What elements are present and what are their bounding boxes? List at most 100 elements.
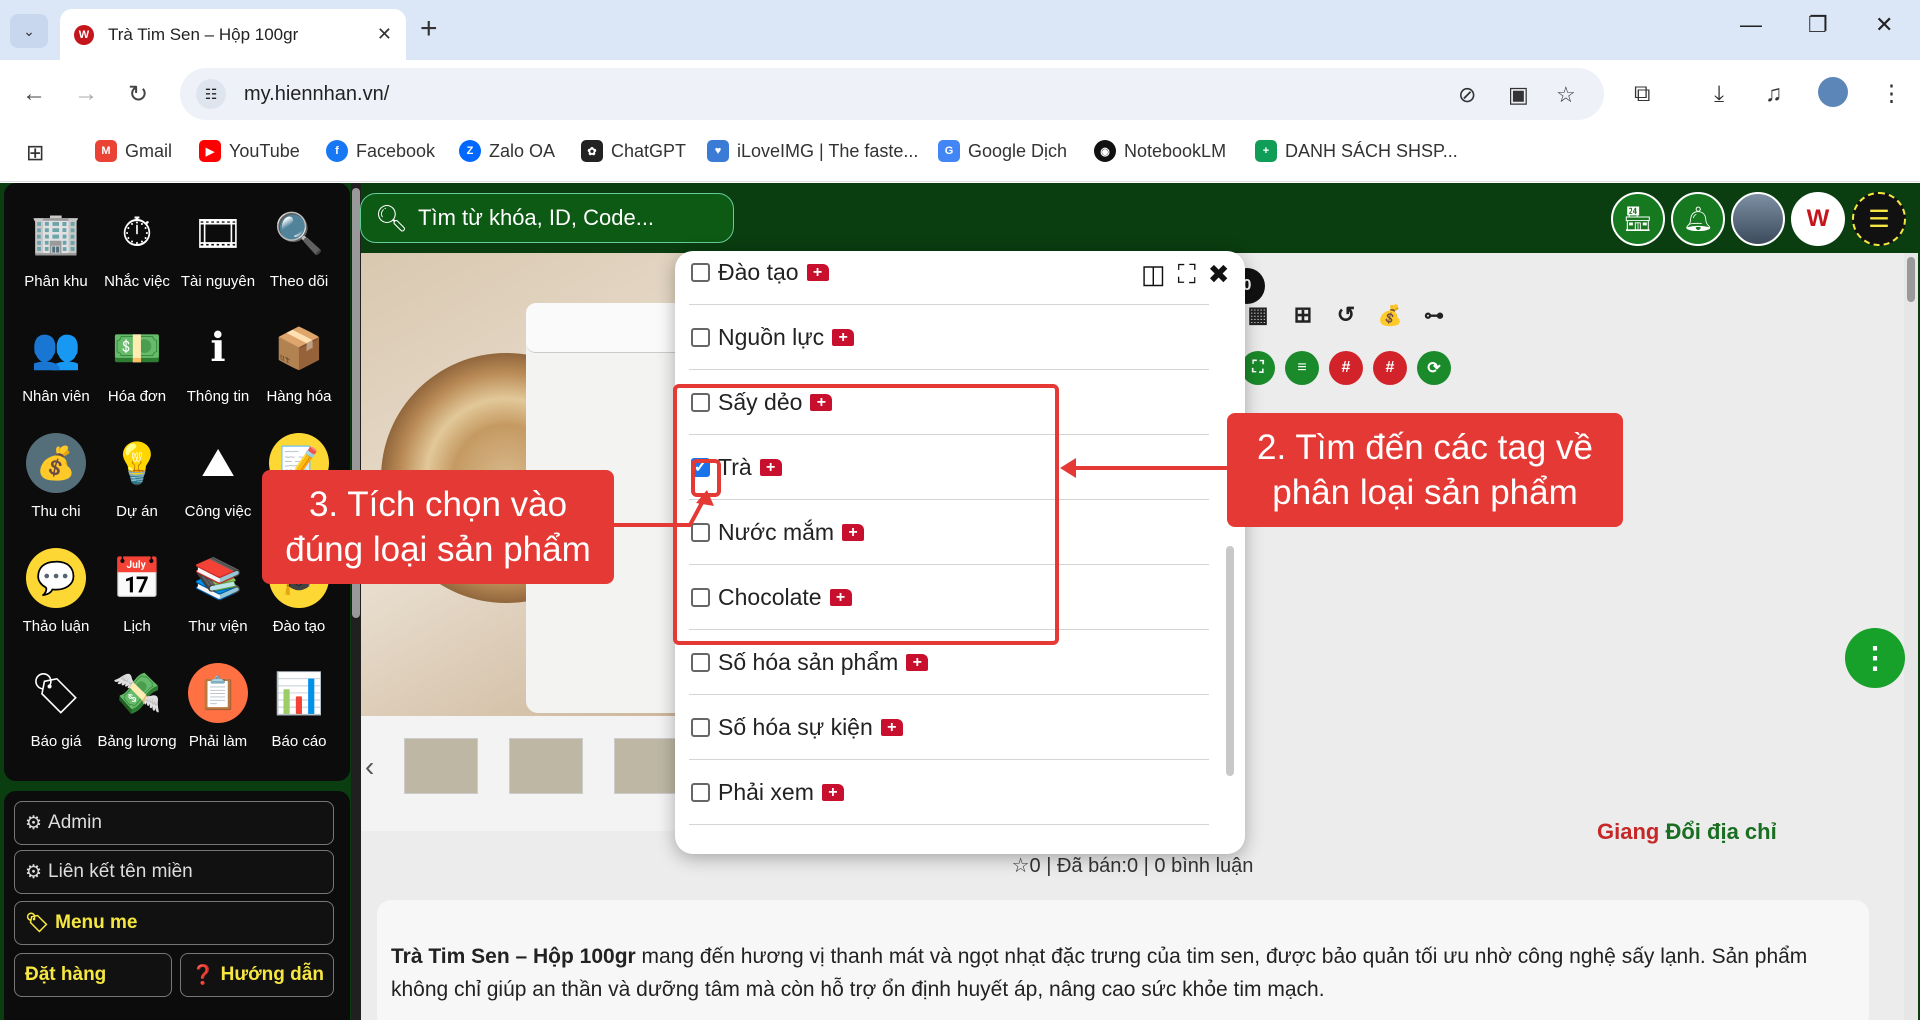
close-tab-icon[interactable]: ✕ [377,24,392,45]
app-10[interactable]: 💡 Dự án [97,433,177,521]
app-5[interactable]: 👥 Nhân viên [16,318,96,406]
bookmark-chatgpt[interactable]: ✿ ChatGPT [581,140,686,162]
fullscreen-icon[interactable]: ⛶ [1178,259,1196,291]
add-folder-icon[interactable]: + [906,653,929,671]
forward-arrow-icon[interactable]: → [74,80,98,108]
profile-avatar[interactable] [1818,77,1848,107]
active-tab[interactable]: W Trà Tim Sen – Hộp 100gr ✕ [60,9,406,60]
store-icon[interactable]: 🏪︎ [1611,192,1665,246]
bookmark-gmail[interactable]: M Gmail [95,140,172,162]
add-folder-icon[interactable]: + [806,263,829,281]
download-icon[interactable]: ⤓ [1714,80,1724,107]
sitemap-icon[interactable]: ⊶ [1417,298,1451,332]
more-menu-icon[interactable]: ⋮ [1880,80,1903,107]
checkbox[interactable] [691,327,710,347]
add-folder-icon[interactable]: + [880,718,903,736]
guide-button[interactable]: ❓ Hướng dẫn [180,953,334,997]
expand-icon[interactable]: ⛶ [1241,351,1275,385]
split-view-icon[interactable]: ◫ [1141,259,1166,291]
checkbox[interactable] [691,652,710,672]
app-9[interactable]: 💰 Thu chi [16,433,96,520]
tag-option[interactable]: Sấy dẻo + [689,370,1209,435]
add-square-icon[interactable]: ⊞ [1286,298,1320,332]
tag-option[interactable]: Phải xem + [689,760,1209,825]
apps-grid-icon[interactable]: ⊞ [26,140,44,166]
admin-menu-item[interactable]: ⚙ Admin [14,801,334,845]
menu-me-item[interactable]: 🏷 Menu me [14,901,334,945]
checkbox[interactable] [691,522,710,542]
add-folder-icon[interactable]: + [821,783,844,801]
app-14[interactable]: 📅 Lịch [97,548,177,636]
bookmark-youtube[interactable]: ▶ YouTube [199,140,300,162]
bookmark-facebook[interactable]: f Facebook [326,140,435,162]
restore-icon[interactable]: ❐ [1808,12,1828,38]
checkbox-checked[interactable]: ✓ [691,457,710,477]
list-icon[interactable]: ≡ [1285,351,1319,385]
app-19[interactable]: 📋 Phải làm [178,663,258,750]
bookmark-sheet[interactable]: + DANH SÁCH SHSP... [1255,140,1458,162]
bookmark-notebooklm[interactable]: ◉ NotebookLM [1094,140,1226,162]
hamburger-menu-icon[interactable]: ☰ [1852,192,1906,246]
install-app-icon[interactable]: ▣ [1508,82,1529,108]
app-7[interactable]: ℹ Thông tin [178,318,258,405]
location-off-icon[interactable]: ⊘ [1458,82,1476,108]
left-scrollbar[interactable] [351,183,361,1020]
app-6[interactable]: 💵 Hóa đơn [97,318,177,406]
right-scrollbar-thumb[interactable] [1907,257,1915,302]
app-17[interactable]: 🏷 Báo giá [16,663,96,751]
brand-logo-icon[interactable]: W [1791,192,1845,246]
tag-option[interactable]: Nước mắm + [689,500,1209,565]
bell-icon[interactable]: 🔔︎ [1671,192,1725,246]
money-bag-icon[interactable]: 💰 [1373,298,1407,332]
checkbox[interactable] [691,717,710,737]
media-control-icon[interactable]: ♫ [1765,80,1782,107]
hashtag-icon[interactable]: # [1329,351,1363,385]
bookmark-zalo[interactable]: Z Zalo OA [459,140,555,162]
tag-option[interactable]: Số hóa sản phẩm + [689,630,1209,695]
reload-icon[interactable]: ↻ [128,80,148,109]
app-20[interactable]: 📊 Báo cáo [259,663,339,751]
app-11[interactable]: ⛰ Công việc [178,433,258,521]
app-1[interactable]: 🏢 Phân khu [16,203,96,291]
checkbox[interactable] [691,262,710,282]
dropdown-scrollbar-thumb[interactable] [1226,546,1234,776]
add-folder-icon[interactable]: + [759,458,782,476]
thumbnail[interactable] [509,738,583,794]
order-button[interactable]: Đặt hàng [14,953,172,997]
minimize-icon[interactable]: — [1740,12,1762,38]
tag-option[interactable]: Nguồn lực + [689,305,1209,370]
checkbox[interactable] [691,587,710,607]
back-arrow-icon[interactable]: ← [22,80,46,108]
checkbox[interactable] [691,392,710,412]
app-15[interactable]: 📚 Thư viện [178,548,258,636]
app-18[interactable]: 💸 Bảng lương [97,663,177,751]
qr-code-icon[interactable]: ▦ [1241,298,1275,332]
hashtag-icon[interactable]: # [1373,351,1407,385]
right-scrollbar[interactable] [1904,253,1918,1020]
sync-icon[interactable]: ⟳ [1417,351,1451,385]
tag-option[interactable]: Số hóa sự kiện + [689,695,1209,760]
app-4[interactable]: 🔍 Theo dõi [259,203,339,291]
address-bar[interactable]: ☷ my.hiennhan.vn/ ⊘ ▣ ☆ [180,68,1604,120]
add-folder-icon[interactable]: + [829,588,852,606]
domain-link-menu-item[interactable]: ⚙ Liên kết tên miền [14,850,334,894]
thumbnail[interactable] [404,738,478,794]
new-tab-button[interactable]: + [420,12,438,46]
add-folder-icon[interactable]: + [832,328,855,346]
close-window-icon[interactable]: ✕ [1875,12,1893,38]
add-folder-icon[interactable]: + [810,393,833,411]
bookmark-iloveimg[interactable]: ♥ iLoveIMG | The faste... [707,140,918,162]
search-input[interactable]: 🔍︎ Tìm từ khóa, ID, Code... [360,193,734,243]
bookmark-google-translate[interactable]: G Google Dịch [938,140,1067,162]
tag-option[interactable]: Đào tạo + [689,251,1209,305]
app-2[interactable]: ⏱ Nhắc việc [97,203,177,291]
close-circle-icon[interactable]: ✖ [1208,259,1230,291]
history-icon[interactable]: ↺ [1329,298,1363,332]
tag-option[interactable]: ✓ Trà + [689,435,1209,500]
more-actions-fab[interactable]: ⋮ [1845,628,1905,688]
tag-option[interactable]: Chocolate + [689,565,1209,630]
app-3[interactable]: 🎞 Tài nguyên [178,203,258,291]
add-folder-icon[interactable]: + [842,523,865,541]
app-8[interactable]: 📦 Hàng hóa [259,318,339,406]
chevron-left-icon[interactable]: ‹ [365,751,374,783]
